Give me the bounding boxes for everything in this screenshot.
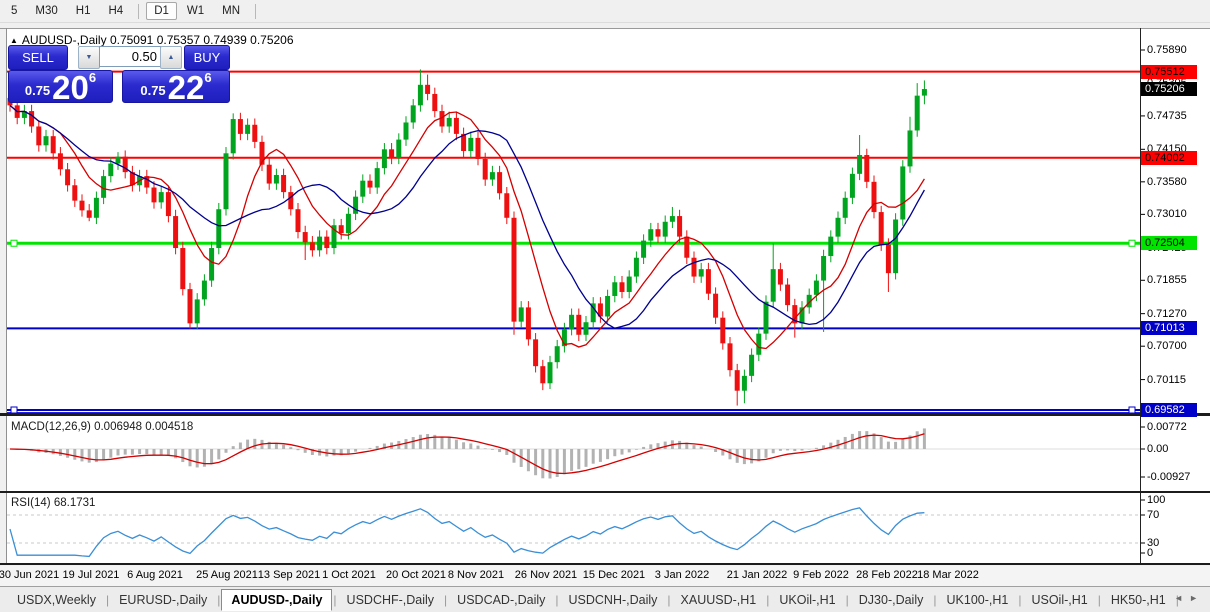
main-price-panel xyxy=(7,69,1140,413)
price-axis-tick: 0.71855 xyxy=(1147,274,1187,287)
candlesticks xyxy=(7,69,927,406)
price-axis-tick: 0.73580 xyxy=(1147,175,1187,188)
price-axis-tick: 100 xyxy=(1147,494,1166,506)
price-axis-tick: 0.70115 xyxy=(1147,373,1186,386)
chart-tab-usdcad-daily[interactable]: USDCAD-,Daily xyxy=(448,590,554,610)
date-axis-label: 3 Jan 2022 xyxy=(654,569,710,581)
price-axis-tick: 0.00 xyxy=(1147,443,1169,455)
date-axis-label: 6 Aug 2021 xyxy=(127,569,183,581)
level-price-label: 0.74002 xyxy=(1141,150,1197,165)
level-price-label: 0.69582 xyxy=(1141,402,1197,417)
price-axis-tick: 0.70700 xyxy=(1147,340,1187,353)
macd-rsi-panel-divider[interactable] xyxy=(0,491,1210,493)
tab-scroll-arrows: ◄► xyxy=(1174,593,1204,603)
buy-price-point: 6 xyxy=(204,70,212,85)
macd-histogram xyxy=(15,428,926,479)
price-axis-tick: 0.73010 xyxy=(1147,208,1187,221)
date-axis-label: 8 Nov 2021 xyxy=(447,569,505,581)
buy-button[interactable]: BUY xyxy=(184,45,230,70)
rsi-value: 68.1731 xyxy=(53,497,96,509)
chart-tab-xauusd-h1[interactable]: XAUUSD-,H1 xyxy=(672,590,766,610)
sell-price-point: 6 xyxy=(88,70,97,85)
buy-price-prefix: 0.75 xyxy=(140,83,166,98)
sell-button[interactable]: SELL xyxy=(8,45,68,70)
buy-price-pips: 22 xyxy=(167,68,205,106)
price-axis-tick: 0.75890 xyxy=(1147,44,1187,56)
chart-tab-dj30-daily[interactable]: DJ30-,Daily xyxy=(850,590,933,610)
macd-indicator-label: MACD(12,26,9) 0.006948 0.004518 xyxy=(11,421,194,433)
macd-signal-value: 0.004518 xyxy=(145,421,194,433)
chart-bottom-border xyxy=(0,563,1210,565)
buy-price-display[interactable]: 0.75 22 6 xyxy=(122,68,230,106)
chart-tab-eurusd-daily[interactable]: EURUSD-,Daily xyxy=(110,590,216,610)
price-axis-tick: 0.71270 xyxy=(1147,307,1187,320)
chart-tab-audusd-daily[interactable]: AUDUSD-,Daily xyxy=(221,588,333,611)
symbol-arrow-icon: ▲ xyxy=(10,36,18,45)
level-price-label: 0.71013 xyxy=(1141,321,1197,336)
volume-increase-button[interactable]: ▲ xyxy=(160,46,182,69)
chart-left-border xyxy=(6,28,7,565)
volume-input[interactable] xyxy=(99,46,161,67)
chart-tab-usdx-weekly[interactable]: USDX,Weekly xyxy=(8,590,105,610)
chart-tab-usdchf-daily[interactable]: USDCHF-,Daily xyxy=(338,590,444,610)
chevron-up-icon: ▲ xyxy=(167,54,175,61)
price-axis-line xyxy=(1140,28,1141,565)
macd-main-value: 0.006948 xyxy=(94,421,143,433)
ma-fast-line xyxy=(9,104,925,350)
chevron-down-icon: ▼ xyxy=(85,54,93,61)
chart-tab-bar: USDX,Weekly | EURUSD-,Daily | AUDUSD-,Daily |… xyxy=(0,586,1210,612)
chart-top-border xyxy=(0,28,1210,29)
price-axis-tick: 0 xyxy=(1147,547,1154,559)
tab-scroll-left-icon[interactable]: ◄ xyxy=(1174,593,1189,603)
macd-panel xyxy=(7,428,1140,479)
sell-price-prefix: 0.75 xyxy=(24,83,51,98)
trading-terminal-window: 5 M30 H1 H4 D1 W1 MN ▲ AUDUSD-,Daily 0.75091 0.… xyxy=(0,0,1210,612)
chart-tab-ukoil-h1[interactable]: UKOil-,H1 xyxy=(770,590,844,610)
level-price-label: 0.72504 xyxy=(1141,236,1197,251)
chart-tab-usoil-h1[interactable]: USOil-,H1 xyxy=(1022,590,1096,610)
price-axis-tick: 70 xyxy=(1147,509,1160,521)
sell-price-display[interactable]: 0.75 20 6 xyxy=(8,68,113,106)
ohlc-close: 0.75206 xyxy=(250,33,294,47)
price-axis-tick: 0.00772 xyxy=(1147,421,1187,433)
chart-tab-hk50-h1[interactable]: HK50-,H1 xyxy=(1102,590,1175,610)
rsi-indicator-label: RSI(14) 68.1731 xyxy=(11,497,96,509)
volume-decrease-button[interactable]: ▼ xyxy=(78,46,100,69)
main-macd-panel-divider[interactable] xyxy=(0,413,1210,416)
level-price-label: 0.75512 xyxy=(1141,64,1197,79)
rsi-panel xyxy=(7,507,1140,558)
date-axis-label: 18 Mar 2022 xyxy=(917,569,979,581)
chart-tab-usdcnh-daily[interactable]: USDCNH-,Daily xyxy=(560,590,667,610)
price-axis-tick: -0.00927 xyxy=(1147,471,1191,483)
current-price-label: 0.75206 xyxy=(1141,82,1197,97)
sell-price-pips: 20 xyxy=(52,68,89,106)
chart-tab-uk100-h1[interactable]: UK100-,H1 xyxy=(938,590,1018,610)
tab-scroll-right-icon[interactable]: ► xyxy=(1189,593,1204,603)
one-click-trading-panel: SELL ▼ ▲ BUY 0.75206 0.75226 xyxy=(8,45,230,106)
price-axis-tick: 0.74735 xyxy=(1147,109,1187,122)
